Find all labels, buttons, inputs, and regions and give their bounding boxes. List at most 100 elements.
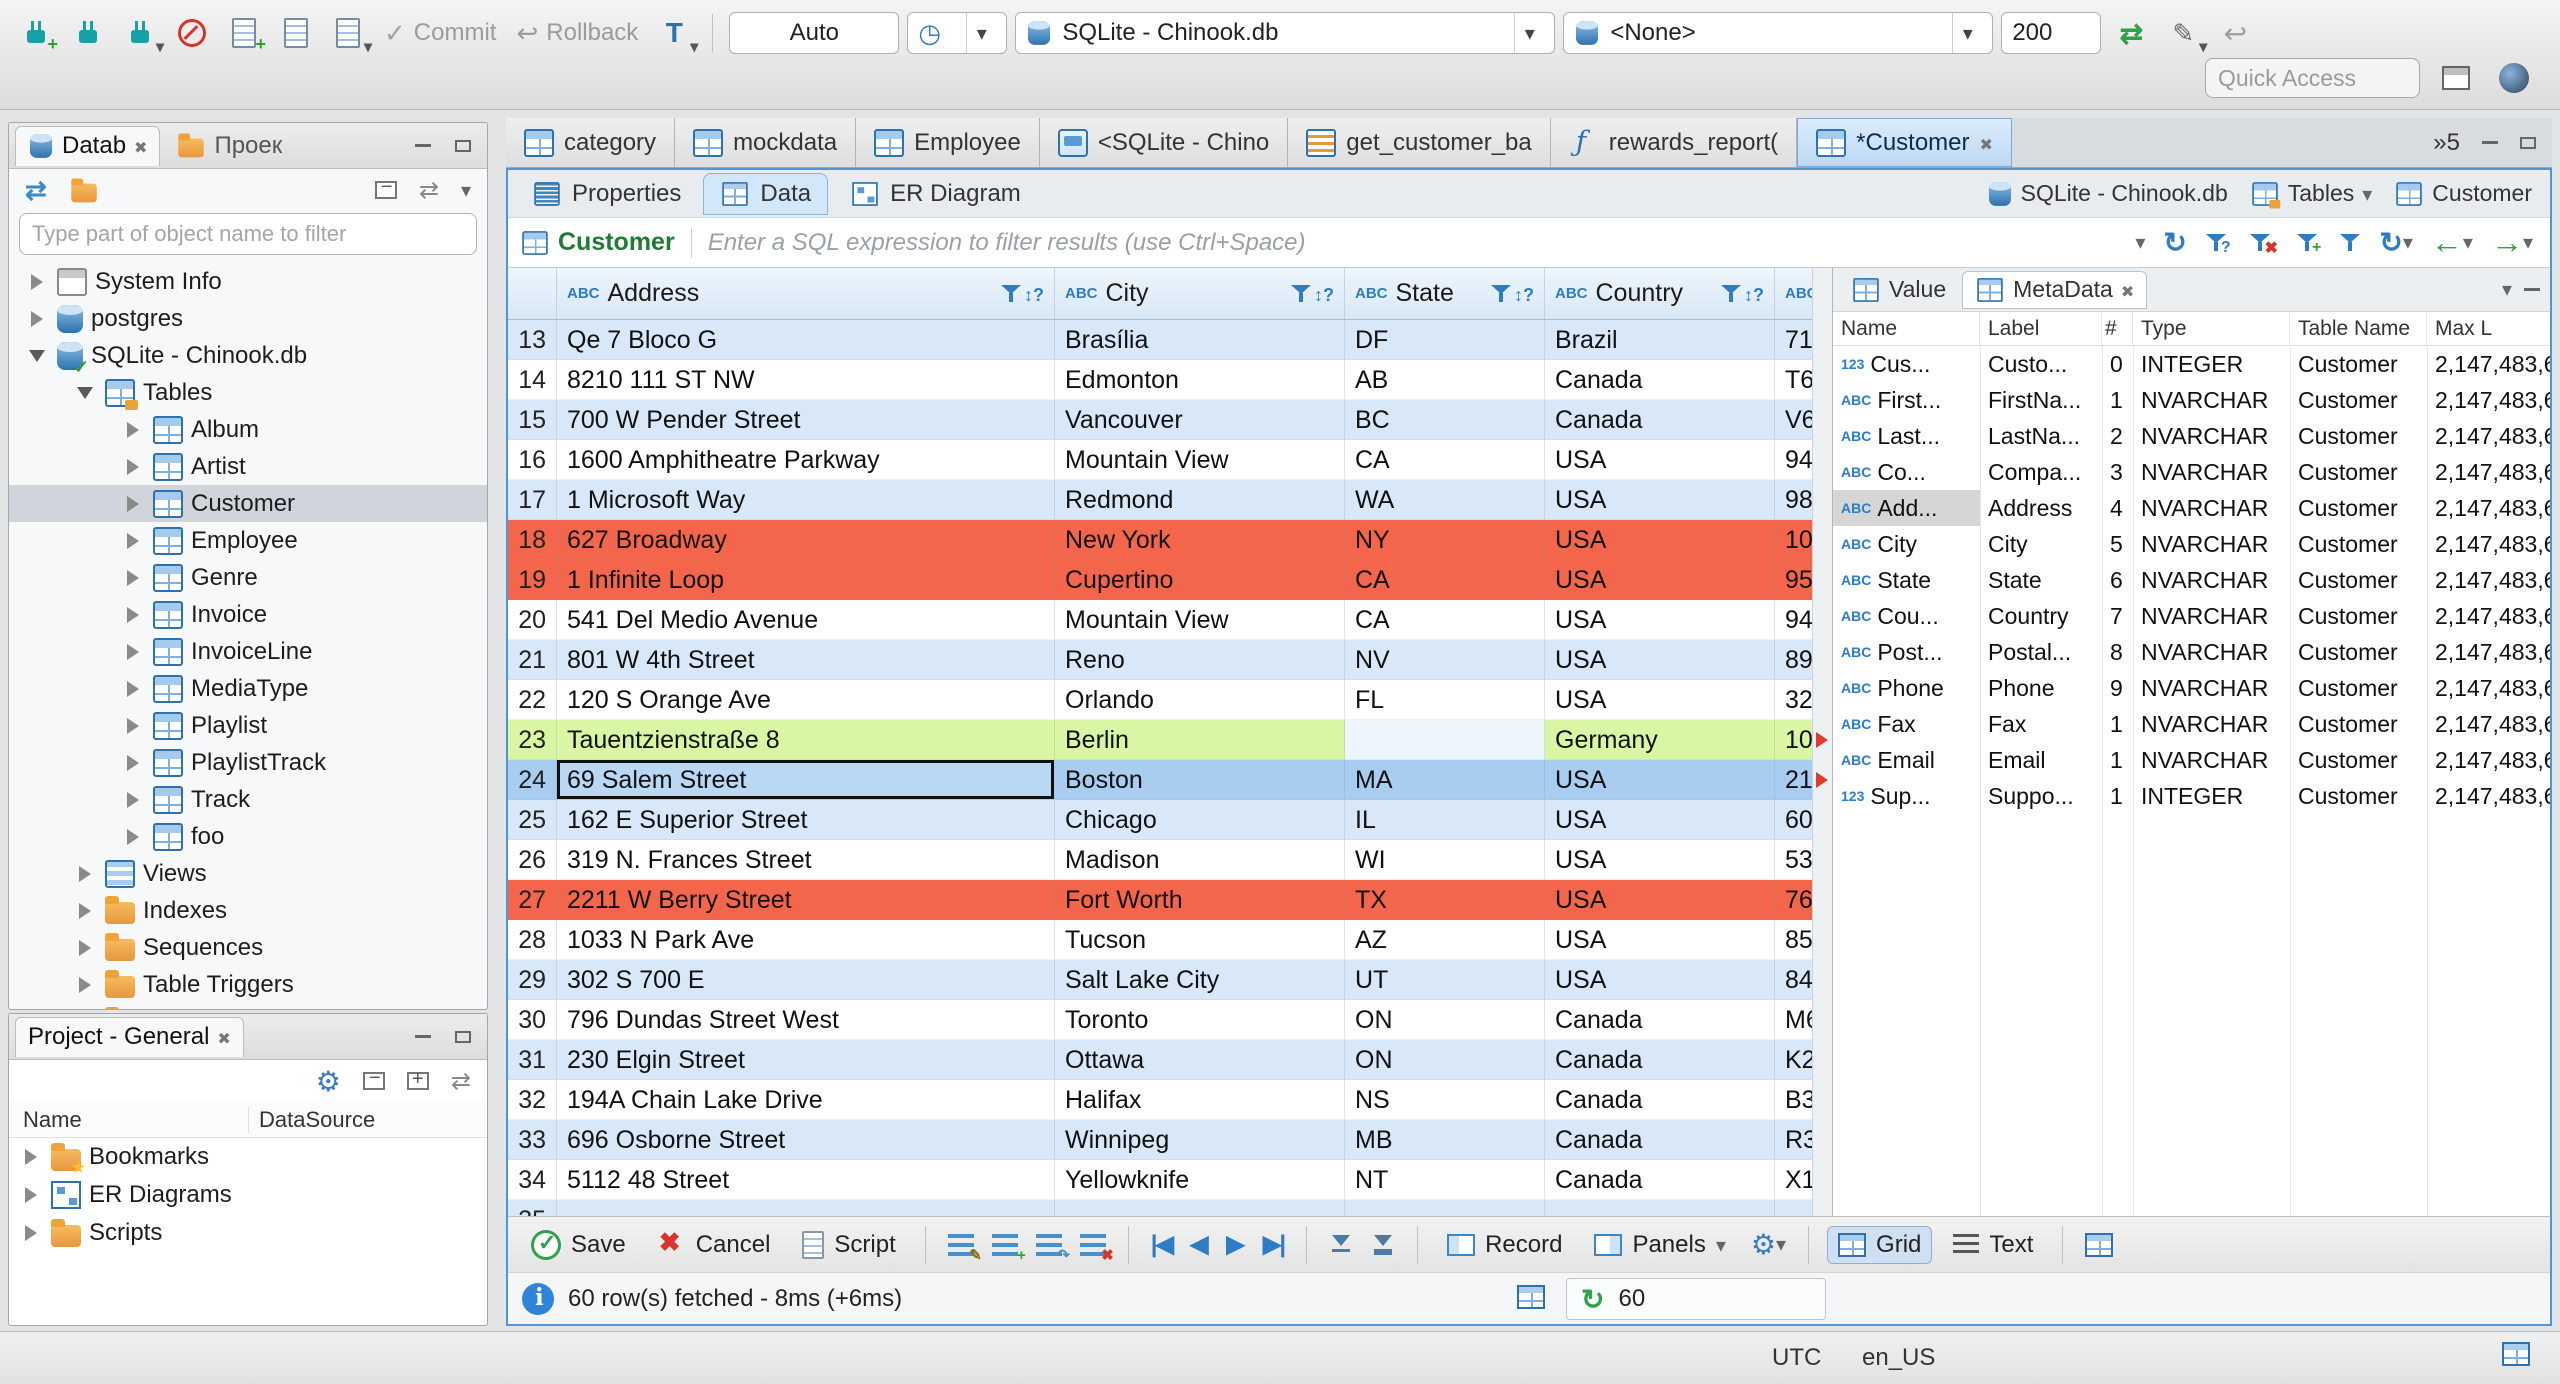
country-cell[interactable]: USA <box>1545 960 1775 1000</box>
postalcode-cell[interactable]: B3 <box>1775 1080 1812 1120</box>
column-header-state[interactable]: ABC State <box>1345 268 1545 319</box>
max-length-cell[interactable]: 2,147,483,647 <box>2427 706 2550 742</box>
state-cell[interactable]: UT <box>1345 960 1545 1000</box>
project-item[interactable]: Bookmarks <box>9 1138 487 1178</box>
postalcode-cell[interactable]: 21 <box>1775 760 1812 800</box>
row-number-cell[interactable]: 20 <box>508 600 557 640</box>
postalcode-cell[interactable]: 32 <box>1775 680 1812 720</box>
table-name-cell[interactable]: Customer <box>2290 526 2427 562</box>
state-cell[interactable]: AZ <box>1345 920 1545 960</box>
column-header-number[interactable]: # <box>2102 312 2133 345</box>
table-name-cell[interactable]: Customer <box>2290 598 2427 634</box>
editor-tab[interactable]: Employee <box>856 118 1040 167</box>
column-header-postalcode[interactable]: ABC <box>1775 268 1812 319</box>
max-length-cell[interactable]: 2,147,483,647 <box>2427 346 2550 382</box>
ordinal-cell[interactable]: 1 <box>2102 742 2133 778</box>
label-cell[interactable]: Phone <box>1980 670 2102 706</box>
row-number-cell[interactable]: 16 <box>508 440 557 480</box>
table-row[interactable]: 15 700 W Pender Street Vancouver BC Cana… <box>508 400 1812 440</box>
state-cell[interactable]: AB <box>1345 360 1545 400</box>
row-number-cell[interactable]: 28 <box>508 920 557 960</box>
table-row[interactable]: 19 1 Infinite Loop Cupertino CA USA 95 <box>508 560 1812 600</box>
country-cell[interactable]: USA <box>1545 520 1775 560</box>
table-row[interactable]: 30 796 Dundas Street West Toronto ON Can… <box>508 1000 1812 1040</box>
fetch-next-page-icon[interactable] <box>1325 1231 1357 1259</box>
address-cell[interactable]: 700 W Pender Street <box>557 400 1055 440</box>
state-cell[interactable]: WA <box>1345 480 1545 520</box>
country-cell[interactable]: USA <box>1545 760 1775 800</box>
ordinal-cell[interactable]: 5 <box>2102 526 2133 562</box>
max-length-cell[interactable]: 2,147,483,647 <box>2427 742 2550 778</box>
refresh-icon[interactable] <box>2163 226 2186 259</box>
row-number-cell[interactable]: 18 <box>508 520 557 560</box>
city-cell[interactable]: Redmond <box>1055 480 1345 520</box>
ordinal-cell[interactable]: 3 <box>2102 454 2133 490</box>
tree-item[interactable]: Sequences <box>9 929 487 966</box>
dbeaver-perspective-icon[interactable] <box>2492 56 2536 100</box>
metadata-row[interactable]: ABC Fax Fax 1 NVARCHAR Customer 2,147,483… <box>1833 706 2550 742</box>
reconnect-icon[interactable]: ▾ <box>118 11 164 56</box>
calc-panel-icon[interactable] <box>2081 1231 2117 1259</box>
tree-item[interactable]: System Info <box>9 263 487 300</box>
sync-connection-icon[interactable] <box>2109 11 2153 55</box>
row-number-cell[interactable]: 25 <box>508 800 557 840</box>
address-cell[interactable]: 69 Salem Street <box>557 760 1055 800</box>
table-name-cell[interactable]: Customer <box>2290 706 2427 742</box>
type-cell[interactable]: NVARCHAR <box>2133 742 2290 778</box>
ordinal-cell[interactable]: 2 <box>2102 418 2133 454</box>
state-cell[interactable]: DF <box>1345 320 1545 360</box>
delete-row-icon[interactable] <box>1076 1232 1114 1264</box>
tab-data[interactable]: Data <box>703 172 829 215</box>
type-cell[interactable]: INTEGER <box>2133 346 2290 382</box>
country-cell[interactable]: Canada <box>1545 1160 1775 1200</box>
tab-database-navigator[interactable]: Datab <box>15 125 161 166</box>
expand-arrow-icon[interactable] <box>121 829 145 845</box>
last-row-icon[interactable] <box>1259 1228 1288 1261</box>
table-name-cell[interactable]: Customer <box>2290 418 2427 454</box>
postalcode-cell[interactable]: 94 <box>1775 600 1812 640</box>
collapse-all-icon[interactable] <box>359 1067 389 1092</box>
sql-filter-input[interactable] <box>707 228 2123 257</box>
filter-entity-label[interactable]: Customer <box>558 228 675 257</box>
country-cell[interactable]: Canada <box>1545 1000 1775 1040</box>
country-cell[interactable]: Canada <box>1545 1120 1775 1160</box>
country-cell[interactable]: Brazil <box>1545 320 1775 360</box>
table-row[interactable]: 28 1033 N Park Ave Tucson AZ USA 85 <box>508 920 1812 960</box>
table-row[interactable]: 25 162 E Superior Street Chicago IL USA … <box>508 800 1812 840</box>
label-cell[interactable]: Email <box>1980 742 2102 778</box>
country-cell[interactable]: Canada <box>1545 400 1775 440</box>
expand-arrow-icon[interactable] <box>121 533 145 549</box>
table-name-cell[interactable]: Customer <box>2290 490 2427 526</box>
country-cell[interactable]: Canada <box>1545 1080 1775 1120</box>
auto-refresh-icon[interactable] <box>2379 226 2413 259</box>
column-name-cell[interactable]: ABC Cou... <box>1833 598 1980 634</box>
address-cell[interactable]: 5112 48 Street <box>557 1160 1055 1200</box>
country-cell[interactable]: USA <box>1545 480 1775 520</box>
tree-item[interactable]: InvoiceLine <box>9 633 487 670</box>
sql-editor-menu-icon[interactable]: ▾ <box>326 11 372 56</box>
table-row[interactable]: 24 69 Salem Street Boston MA USA 21 <box>508 760 1812 800</box>
open-perspective-icon[interactable] <box>2434 56 2478 100</box>
ordinal-cell[interactable]: 0 <box>2102 346 2133 382</box>
tree-item[interactable]: Track <box>9 781 487 818</box>
row-number-cell[interactable]: 24 <box>508 760 557 800</box>
column-header-name[interactable]: Name <box>9 1106 249 1133</box>
city-cell[interactable]: Vancouver <box>1055 400 1345 440</box>
tree-item[interactable]: SQLite - Chinook.db <box>9 337 487 378</box>
table-name-cell[interactable]: Customer <box>2290 670 2427 706</box>
label-cell[interactable]: State <box>1980 562 2102 598</box>
metadata-row[interactable]: ABC Phone Phone 9 NVARCHAR Customer 2,147… <box>1833 670 2550 706</box>
label-cell[interactable]: LastNa... <box>1980 418 2102 454</box>
datasource-select[interactable]: SQLite - Chinook.db <box>1015 12 1556 54</box>
ordinal-cell[interactable]: 9 <box>2102 670 2133 706</box>
type-cell[interactable]: NVARCHAR <box>2133 634 2290 670</box>
max-length-cell[interactable]: 2,147,483,647 <box>2427 490 2550 526</box>
address-cell[interactable]: 8210 111 ST NW <box>557 360 1055 400</box>
disconnect-icon[interactable] <box>170 11 214 55</box>
tree-item[interactable]: Tables <box>9 374 487 411</box>
city-cell[interactable]: Ottawa <box>1055 1040 1345 1080</box>
label-cell[interactable]: Custo... <box>1980 346 2102 382</box>
grid-view-toggle[interactable]: Grid <box>1827 1225 1933 1264</box>
ordinal-cell[interactable]: 6 <box>2102 562 2133 598</box>
postalcode-cell[interactable]: T6 <box>1775 360 1812 400</box>
